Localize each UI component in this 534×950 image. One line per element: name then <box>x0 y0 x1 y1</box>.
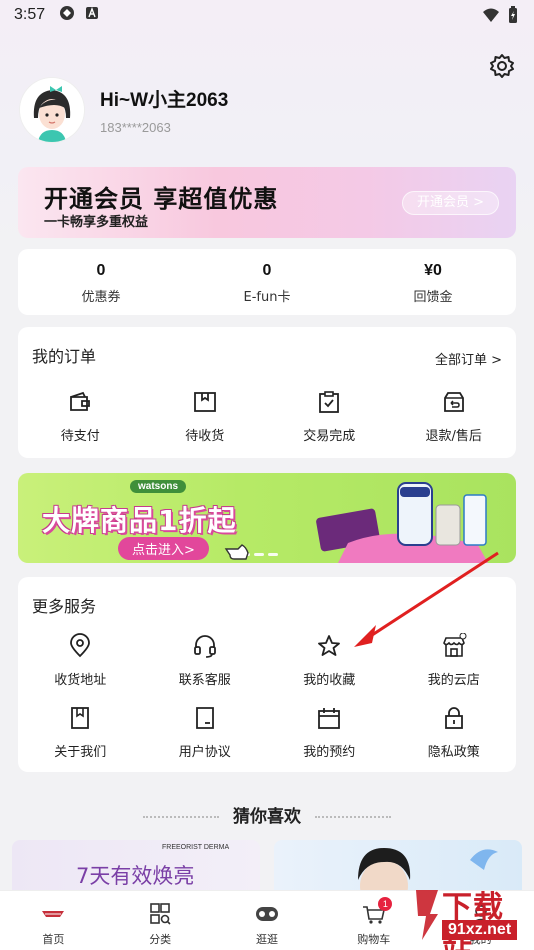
service-user-agreement[interactable]: 用户协议 <box>143 705 268 760</box>
service-privacy-policy[interactable]: 隐私政策 <box>392 705 517 760</box>
location-pin-icon <box>70 633 91 658</box>
service-label: 隐私政策 <box>427 745 480 760</box>
clipboard-check-icon <box>319 391 340 413</box>
user-name: Hi~W小主2063 <box>100 90 229 111</box>
star-icon <box>318 635 341 656</box>
stat-value: 0 <box>262 262 272 279</box>
stat-efun-card[interactable]: 0 E-fun卡 <box>184 249 350 315</box>
divider-right <box>315 816 391 818</box>
wifi-icon <box>483 8 499 22</box>
home-logo-icon <box>42 911 65 917</box>
my-orders-card: 我的订单 全部订单 > 待支付 待收货 交易完成 退款/售后 <box>18 327 516 458</box>
stat-label: 优惠券 <box>81 290 121 305</box>
settings-gear-icon[interactable] <box>488 52 516 80</box>
user-phone: 183****2063 <box>100 120 171 135</box>
wallet-icon <box>70 391 91 411</box>
vip-membership-banner[interactable]: 开通会员 享超值优惠 一卡畅享多重权益 开通会员 > <box>18 167 516 238</box>
order-label: 退款/售后 <box>425 429 482 444</box>
tab-browse[interactable]: 逛逛 <box>214 891 321 950</box>
recommend-brand: FREEORIST DERMA <box>162 844 230 851</box>
lock-icon <box>444 707 463 729</box>
stat-label: E-fun卡 <box>243 290 291 305</box>
tab-label: 分类 <box>149 933 172 946</box>
service-about-us[interactable]: 关于我们 <box>18 705 143 760</box>
browse-icon <box>255 907 278 921</box>
order-label: 待收货 <box>185 429 225 444</box>
services-title: 更多服务 <box>32 597 97 616</box>
vip-banner-title: 开通会员 享超值优惠 <box>44 185 279 213</box>
service-label: 联系客服 <box>178 673 231 688</box>
tab-category[interactable]: 分类 <box>107 891 214 950</box>
status-indicators <box>482 6 518 24</box>
site-watermark: 下载站 91xz.net <box>412 880 534 950</box>
divider-left <box>143 816 219 818</box>
user-profile[interactable]: Hi~W小主2063 183****2063 <box>20 78 228 142</box>
watermark-url: 91xz.net <box>442 920 518 940</box>
stat-label: 回馈金 <box>413 290 453 305</box>
stat-value: ¥0 <box>424 262 442 279</box>
service-label: 我的云店 <box>427 673 480 688</box>
guess-you-like-header: 猜你喜欢 <box>0 802 534 827</box>
service-customer-support[interactable]: 联系客服 <box>143 633 268 688</box>
account-stats-card: 0 优惠券 0 E-fun卡 ¥0 回馈金 <box>18 249 516 315</box>
tab-label: 购物车 <box>357 933 391 946</box>
tab-home[interactable]: 首页 <box>0 891 107 950</box>
watermark-logo <box>416 890 438 940</box>
all-orders-link[interactable]: 全部订单 > <box>435 349 502 368</box>
package-icon <box>193 392 216 412</box>
stat-rebate[interactable]: ¥0 回馈金 <box>350 249 516 315</box>
promo-headline: 大牌商品1折起 <box>42 504 237 537</box>
hand-pointer-icon <box>224 544 249 560</box>
calendar-icon <box>318 708 341 729</box>
avatar[interactable] <box>20 78 84 142</box>
order-pending-receipt[interactable]: 待收货 <box>143 389 268 444</box>
service-label: 我的预约 <box>303 745 356 760</box>
order-pending-payment[interactable]: 待支付 <box>18 389 143 444</box>
app-notification-icon <box>59 5 75 25</box>
annotation-arrow <box>354 551 499 647</box>
service-label: 收货地址 <box>54 673 107 688</box>
refund-box-icon <box>443 392 464 412</box>
service-reservations[interactable]: 我的预约 <box>267 705 392 760</box>
service-label: 用户协议 <box>178 745 231 760</box>
battery-icon <box>509 6 517 23</box>
stat-value: 0 <box>96 262 106 279</box>
brand-logo: watsons <box>130 480 187 493</box>
order-refund[interactable]: 退款/售后 <box>392 389 517 444</box>
recommend-title: 7天有效焕亮 <box>76 864 195 888</box>
order-completed[interactable]: 交易完成 <box>267 389 392 444</box>
open-membership-button[interactable]: 开通会员 > <box>402 191 500 215</box>
vip-banner-subtitle: 一卡畅享多重权益 <box>44 215 149 230</box>
stat-coupons[interactable]: 0 优惠券 <box>18 249 184 315</box>
category-grid-icon <box>150 903 171 925</box>
headset-icon <box>193 635 216 658</box>
order-label: 交易完成 <box>303 429 356 444</box>
promo-enter-button[interactable]: 点击进入> <box>118 537 209 560</box>
tab-label: 首页 <box>42 933 65 946</box>
font-notification-icon <box>85 6 99 24</box>
status-bar: 3:57 <box>0 0 534 30</box>
service-label: 关于我们 <box>54 745 107 760</box>
bookmark-book-icon <box>71 707 90 729</box>
service-label: 我的收藏 <box>303 673 356 688</box>
orders-title: 我的订单 <box>32 347 97 366</box>
cart-badge: 1 <box>378 897 393 911</box>
order-label: 待支付 <box>60 429 100 444</box>
document-icon <box>195 707 214 729</box>
service-address[interactable]: 收货地址 <box>18 633 143 688</box>
tab-label: 逛逛 <box>255 933 278 946</box>
status-time: 3:57 <box>14 6 46 23</box>
guess-title: 猜你喜欢 <box>233 807 301 827</box>
